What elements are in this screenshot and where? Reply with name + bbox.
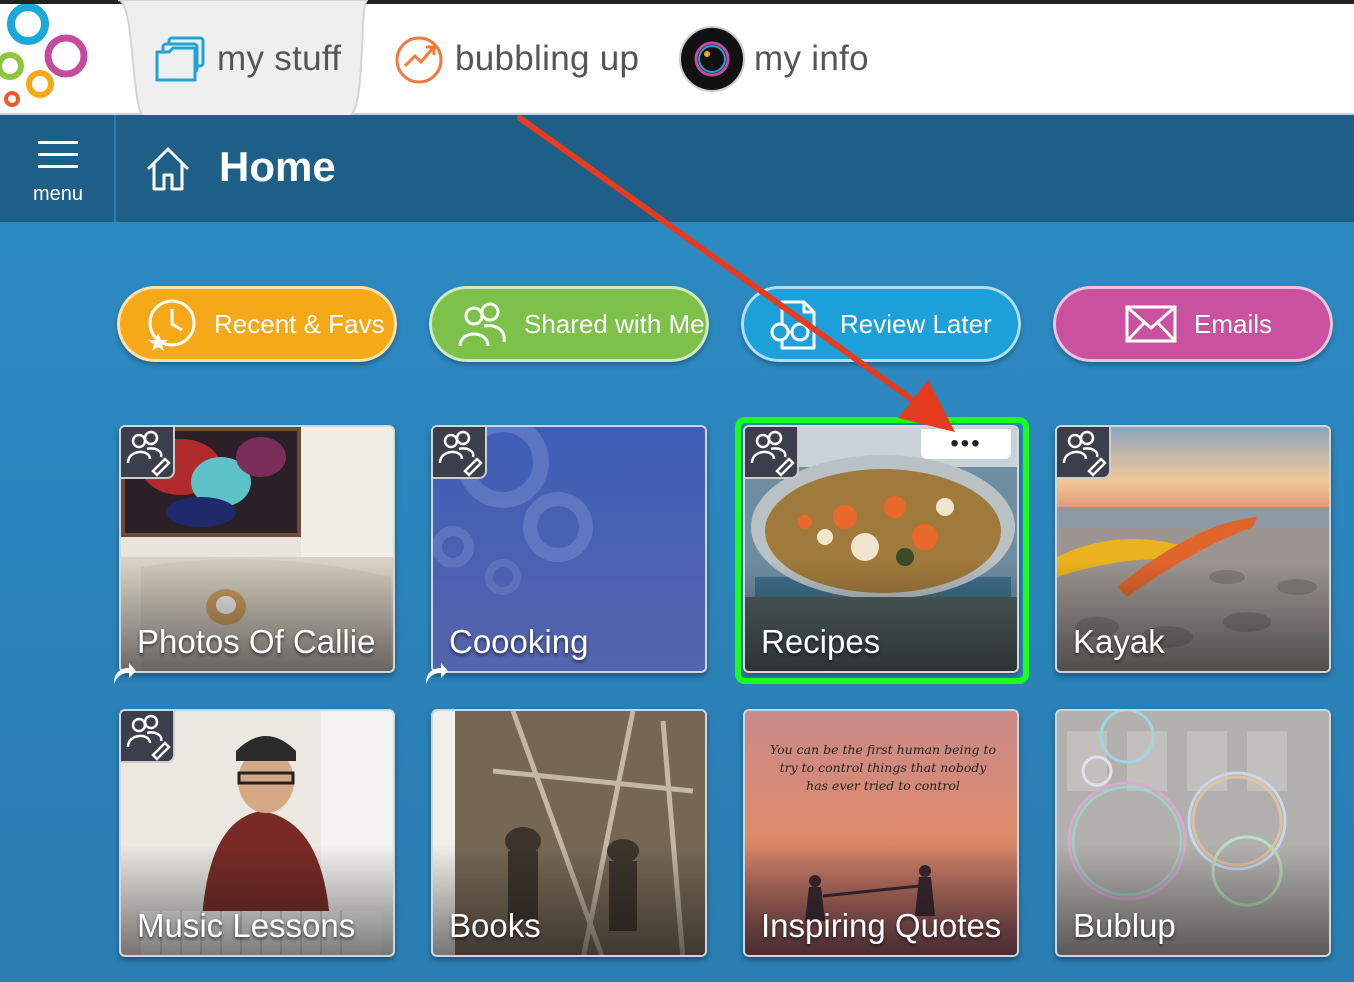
people-edit-icon	[438, 430, 483, 477]
quote-text: You can be the first human being to try …	[769, 742, 997, 793]
review-later-label: Review Later	[840, 308, 992, 339]
emails-label: Emails	[1194, 308, 1273, 339]
card-title: Coooking	[449, 623, 589, 660]
tab-label: bubbling up	[455, 39, 640, 78]
recent-favs-label: Recent & Favs	[214, 308, 385, 339]
document-glasses-icon	[768, 298, 824, 350]
shared-link-arrow-icon	[114, 663, 136, 684]
card-title: Bublup	[1073, 907, 1176, 944]
tab-label: my info	[754, 39, 869, 78]
shared-edit-badge	[121, 427, 175, 479]
folders-icon	[155, 34, 209, 84]
tab-my-info[interactable]: my info	[678, 4, 869, 114]
card-title: Music Lessons	[137, 907, 356, 944]
shared-with-me-button[interactable]: Shared with Me	[429, 286, 709, 362]
card-books[interactable]: Books	[431, 709, 707, 957]
avatar-icon	[678, 25, 746, 93]
page-title: Home	[219, 143, 336, 190]
emails-button[interactable]: Emails	[1053, 286, 1333, 362]
card-title: Inspiring Quotes	[761, 907, 1002, 944]
shared-edit-badge	[433, 427, 487, 479]
page-header: menu Home	[0, 115, 1354, 222]
envelope-icon	[1124, 304, 1178, 344]
clock-star-icon	[144, 297, 198, 351]
card-bublup[interactable]: Bublup	[1055, 709, 1331, 957]
shared-with-me-label: Shared with Me	[524, 308, 705, 339]
people-edit-icon	[1062, 430, 1107, 477]
review-later-button[interactable]: Review Later	[741, 286, 1021, 362]
shared-link-arrow-icon	[426, 663, 448, 684]
card-inspiring-quotes[interactable]: You can be the first human being to try …	[743, 709, 1019, 957]
shared-edit-badge	[121, 711, 175, 763]
menu-button[interactable]: menu	[0, 115, 116, 222]
shared-edit-badge	[1057, 427, 1111, 479]
card-title: Kayak	[1073, 623, 1165, 660]
top-tab-bar: my stuff bubbling up my info	[0, 0, 1354, 118]
recent-favs-button[interactable]: Recent & Favs	[117, 286, 397, 362]
trend-up-icon	[393, 32, 447, 86]
card-title: Books	[449, 907, 541, 944]
card-kayak[interactable]: Kayak	[1055, 425, 1331, 673]
highlight-frame	[735, 417, 1029, 684]
tab-label: my stuff	[217, 39, 342, 78]
bublup-logo[interactable]	[0, 4, 120, 114]
people-edit-icon	[126, 430, 171, 477]
tab-bubbling-up[interactable]: bubbling up	[393, 4, 639, 114]
home-icon	[146, 147, 190, 191]
people-edit-icon	[126, 714, 171, 761]
hamburger-icon	[38, 141, 78, 168]
card-music-lessons[interactable]: Music Lessons	[119, 709, 395, 957]
card-photos-of-callie[interactable]: Photos Of Callie	[119, 425, 395, 673]
menu-label: menu	[32, 183, 84, 205]
card-coooking[interactable]: Coooking	[431, 425, 707, 673]
people-icon	[456, 300, 508, 348]
tab-my-stuff[interactable]: my stuff	[155, 4, 341, 114]
card-title: Photos Of Callie	[137, 623, 376, 660]
